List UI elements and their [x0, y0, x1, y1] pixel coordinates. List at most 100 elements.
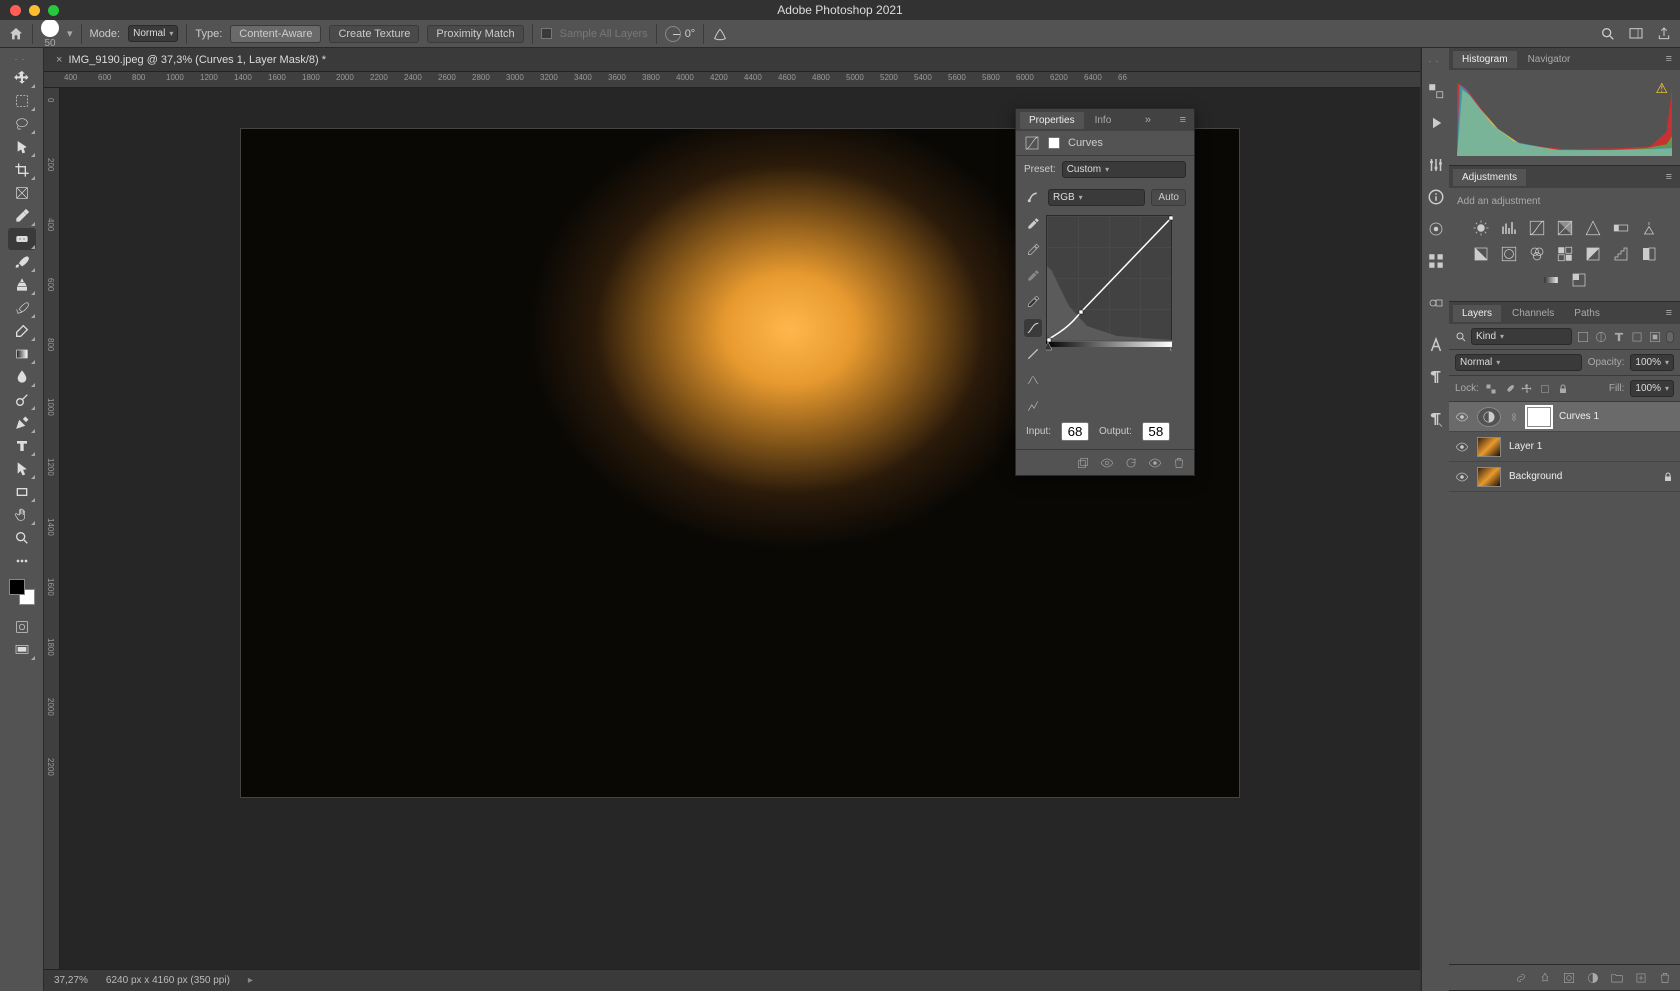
history-brush-tool[interactable]	[8, 297, 36, 319]
auto-button[interactable]: Auto	[1151, 189, 1186, 206]
paragraph-panel-icon[interactable]	[1427, 368, 1445, 386]
marquee-tool[interactable]	[8, 90, 36, 112]
exposure-icon[interactable]	[1555, 219, 1575, 237]
tab-navigator[interactable]: Navigator	[1519, 51, 1580, 68]
edit-points-tool[interactable]	[1024, 319, 1042, 337]
tab-properties[interactable]: Properties	[1020, 112, 1084, 129]
brush-tool[interactable]	[8, 251, 36, 273]
visibility-toggle-icon[interactable]	[1455, 470, 1469, 484]
panel-menu-icon[interactable]: ≡	[1176, 114, 1190, 126]
layer-name[interactable]: Curves 1	[1559, 411, 1599, 422]
fill-value[interactable]: 100%	[1630, 380, 1674, 397]
pressure-icon[interactable]	[712, 26, 728, 42]
path-selection-tool[interactable]	[8, 458, 36, 480]
glyphs-panel-icon[interactable]	[1427, 410, 1445, 428]
lock-transparency-icon[interactable]	[1485, 383, 1497, 395]
zoom-level[interactable]: 37,27%	[54, 975, 88, 986]
tab-info[interactable]: Info	[1086, 112, 1121, 129]
layer-name[interactable]: Layer 1	[1509, 441, 1542, 452]
tab-paths[interactable]: Paths	[1565, 305, 1609, 322]
channel-dropdown[interactable]: RGB	[1048, 189, 1145, 206]
posterize-icon[interactable]	[1611, 245, 1631, 263]
properties-panel[interactable]: Properties Info » ≡ Curves Preset: Custo…	[1015, 108, 1195, 476]
opacity-value[interactable]: 100%	[1630, 354, 1674, 371]
layer-row-layer1[interactable]: Layer 1	[1449, 432, 1680, 462]
on-image-tool[interactable]	[1024, 215, 1042, 233]
libraries-panel-icon[interactable]	[1427, 294, 1445, 312]
tab-layers[interactable]: Layers	[1453, 305, 1501, 322]
draw-curve-tool[interactable]	[1024, 345, 1042, 363]
new-layer-icon[interactable]	[1634, 971, 1648, 985]
panel-menu-icon[interactable]: ≡	[1662, 53, 1676, 65]
sample-all-checkbox[interactable]	[541, 28, 552, 39]
angle-input[interactable]: 0°	[665, 26, 696, 42]
crop-tool[interactable]	[8, 159, 36, 181]
filter-type-icon[interactable]	[1612, 330, 1626, 344]
layer-name[interactable]: Background	[1509, 471, 1562, 482]
color-panel-icon[interactable]	[1427, 82, 1445, 100]
vertical-ruler[interactable]: 0200400600800100012001400160018002000220…	[44, 88, 60, 969]
eraser-tool[interactable]	[8, 320, 36, 342]
swatches-panel-icon[interactable]	[1427, 252, 1445, 270]
type-content-aware[interactable]: Content-Aware	[230, 25, 321, 43]
input-slider[interactable]	[1046, 341, 1172, 351]
delete-adjustment-icon[interactable]	[1172, 456, 1186, 470]
type-proximity-match[interactable]: Proximity Match	[427, 25, 523, 43]
edit-toolbar[interactable]	[8, 550, 36, 572]
lasso-tool[interactable]	[8, 113, 36, 135]
blend-mode-dropdown[interactable]: Normal	[128, 25, 178, 42]
layer-filter-kind[interactable]: Kind	[1471, 328, 1572, 345]
link-mask-icon[interactable]	[1509, 410, 1519, 424]
preset-dropdown[interactable]: Custom	[1062, 161, 1186, 178]
document-dimensions[interactable]: 6240 px x 4160 px (350 ppi)	[106, 975, 230, 986]
clamp-tool[interactable]	[1024, 397, 1042, 415]
share-icon[interactable]	[1656, 26, 1672, 42]
filter-pixel-icon[interactable]	[1576, 330, 1590, 344]
search-icon[interactable]	[1600, 26, 1616, 42]
filter-smart-icon[interactable]	[1648, 330, 1662, 344]
color-balance-icon[interactable]	[1639, 219, 1659, 237]
tab-adjustments[interactable]: Adjustments	[1453, 169, 1526, 186]
smooth-curve-tool[interactable]	[1024, 371, 1042, 389]
curves-input-value[interactable]	[1061, 422, 1089, 441]
blur-tool[interactable]	[8, 366, 36, 388]
clone-stamp-tool[interactable]	[8, 274, 36, 296]
invert-icon[interactable]	[1583, 245, 1603, 263]
collapse-panel-icon[interactable]: »	[1145, 114, 1151, 126]
white-point-sampler[interactable]	[1024, 241, 1042, 259]
curves-graph[interactable]	[1046, 215, 1172, 341]
pen-tool[interactable]	[8, 412, 36, 434]
lock-artboard-icon[interactable]	[1539, 383, 1551, 395]
document-tab[interactable]: × IMG_9190.jpeg @ 37,3% (Curves 1, Layer…	[44, 48, 1420, 72]
channel-mixer-icon[interactable]	[1527, 245, 1547, 263]
screen-mode-toggle[interactable]	[8, 639, 36, 661]
color-swatch[interactable]	[9, 579, 35, 605]
filter-adjustment-icon[interactable]	[1594, 330, 1608, 344]
hand-tool[interactable]	[8, 504, 36, 526]
layer-thumbnail[interactable]	[1477, 467, 1501, 487]
foreground-color[interactable]	[9, 579, 25, 595]
type-tool[interactable]	[8, 435, 36, 457]
quick-mask-toggle[interactable]	[8, 616, 36, 638]
filter-shape-icon[interactable]	[1630, 330, 1644, 344]
gradient-tool[interactable]	[8, 343, 36, 365]
rectangle-tool[interactable]	[8, 481, 36, 503]
move-tool[interactable]	[8, 67, 36, 89]
delete-layer-icon[interactable]	[1658, 971, 1672, 985]
info-panel-icon[interactable]	[1427, 188, 1445, 206]
blend-mode-select[interactable]: Normal	[1455, 354, 1582, 371]
zoom-tool[interactable]	[8, 527, 36, 549]
black-point-sampler[interactable]	[1024, 293, 1042, 311]
black-white-icon[interactable]	[1471, 245, 1491, 263]
filter-toggle-switch[interactable]	[1666, 331, 1674, 343]
levels-icon[interactable]	[1499, 219, 1519, 237]
threshold-icon[interactable]	[1639, 245, 1659, 263]
visibility-toggle-icon[interactable]	[1455, 410, 1469, 424]
lock-all-icon[interactable]	[1557, 383, 1569, 395]
rail-collapse-handle[interactable]: ··	[1429, 54, 1443, 68]
mask-icon[interactable]	[1046, 135, 1062, 151]
histogram-warning-icon[interactable]: ⚠	[1655, 80, 1668, 97]
actions-panel-icon[interactable]	[1427, 114, 1445, 132]
tab-channels[interactable]: Channels	[1503, 305, 1563, 322]
gradient-map-icon[interactable]	[1541, 271, 1561, 289]
